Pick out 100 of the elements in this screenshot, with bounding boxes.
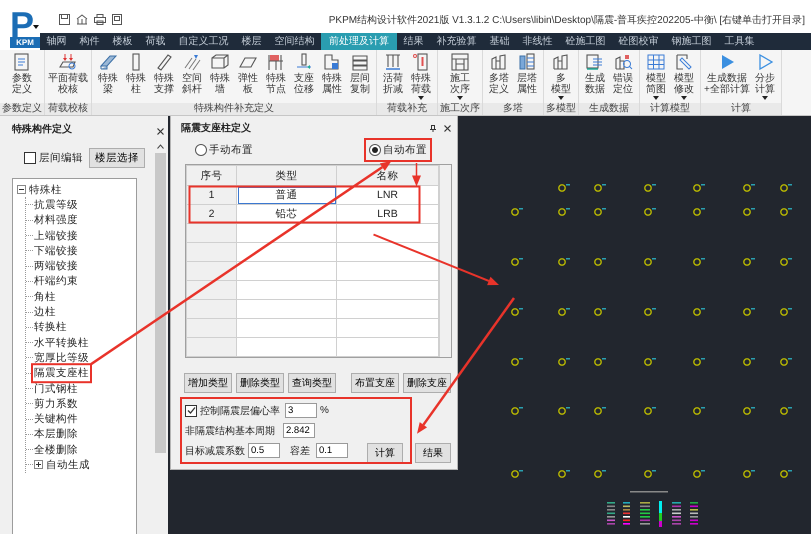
highlight-frame — [31, 363, 92, 384]
structure-icon[interactable] — [76, 14, 88, 25]
ribbon-button[interactable]: 特殊 柱 — [122, 52, 150, 95]
tree-item[interactable]: 关键构件 — [34, 412, 78, 426]
ribbon-button[interactable]: 平面荷载 校核 — [47, 52, 89, 95]
tree-item[interactable]: 隔震支座柱 — [34, 366, 89, 380]
group-label: 荷载补充 — [377, 103, 437, 115]
ribbon-button[interactable]: 活荷 折减 — [379, 52, 407, 95]
expand-icon[interactable] — [34, 460, 43, 470]
tree-item[interactable]: 宽厚比等级 — [34, 350, 89, 365]
bearing-button[interactable]: 布置支座 — [351, 373, 399, 393]
type-button[interactable]: 增加类型 — [184, 373, 232, 393]
radio-label: 自动布置 — [383, 143, 427, 157]
pin-icon[interactable] — [430, 124, 436, 132]
menu-tab[interactable]: 非线性 — [516, 33, 559, 50]
radio-button[interactable] — [369, 144, 381, 156]
ribbon-button[interactable]: 特殊 梁 — [94, 52, 122, 95]
dialog-title: 隔震支座柱定义 — [181, 121, 251, 135]
menu-tab[interactable]: 钢施工图 — [665, 33, 718, 50]
menu-tab[interactable]: 楼层 — [235, 33, 268, 50]
input-field[interactable]: 2.842 — [283, 423, 315, 438]
ribbon-button[interactable]: 生成数据 +全部计算 — [703, 52, 751, 95]
tree-item[interactable]: 转换柱 — [34, 320, 67, 334]
tree-item[interactable]: 上端铰接 — [34, 228, 78, 243]
tree-item[interactable]: 剪力系数 — [34, 396, 78, 411]
diagonal-bars-icon — [182, 52, 202, 72]
ribbon-button[interactable]: 错误 定位 — [609, 52, 637, 95]
collapse-icon[interactable] — [17, 185, 26, 194]
tree-item[interactable]: 全楼删除 — [34, 442, 78, 457]
tree-item[interactable]: 抗震等级 — [34, 198, 78, 212]
input-field[interactable]: 0.5 — [248, 443, 280, 458]
table-cell: 铅芯 — [236, 204, 336, 224]
group-label: 多模型 — [544, 103, 578, 115]
ribbon-button[interactable]: 多塔 定义 — [485, 52, 513, 95]
field-label: 目标减震系数 — [185, 444, 246, 458]
menu-tab[interactable]: 构件 — [73, 33, 106, 50]
menu-tab[interactable]: 工具集 — [718, 33, 761, 50]
checkbox[interactable] — [185, 404, 197, 416]
print-icon[interactable] — [94, 14, 106, 25]
input-field[interactable]: 0.1 — [316, 443, 348, 458]
group-label: 多塔 — [483, 103, 543, 115]
ribbon-button[interactable]: 弹性 板 — [234, 52, 262, 95]
radio-button[interactable] — [195, 144, 207, 156]
ribbon-button[interactable]: 特殊 节点 — [262, 52, 290, 95]
group-label: 计算模型 — [640, 103, 700, 115]
type-button[interactable]: 查询类型 — [288, 373, 336, 393]
group-label: 参数定义 — [0, 103, 44, 115]
column-header: 序号 — [186, 166, 236, 186]
ribbon-button[interactable]: 特殊 墙 — [206, 52, 234, 95]
data-sheet-icon — [585, 52, 605, 72]
close-icon[interactable] — [156, 128, 164, 135]
checkbox-label: 层间编辑 — [39, 151, 83, 165]
ribbon-button[interactable]: 支座 位移 — [290, 52, 318, 95]
tree-item[interactable]: 特殊柱 — [29, 182, 62, 197]
scrollbar[interactable] — [154, 153, 166, 453]
tree-item[interactable]: 两端铰接 — [34, 259, 78, 274]
scrollbar[interactable] — [439, 165, 451, 357]
checkbox-label: 控制隔震层偏心率 — [200, 404, 281, 418]
tree-item[interactable]: 本层删除 — [34, 427, 78, 442]
bearing-button[interactable]: 删除支座 — [403, 373, 451, 393]
menu-tab[interactable]: 荷载 — [139, 33, 172, 50]
close-icon[interactable] — [444, 124, 451, 132]
tree-item[interactable]: 杆端约束 — [34, 274, 78, 288]
tree-item[interactable]: 材料强度 — [34, 213, 78, 228]
save-icon[interactable] — [59, 14, 70, 25]
field-label: 非隔震结构基本周期 — [185, 424, 276, 438]
input-field[interactable]: 3 — [285, 403, 317, 418]
menu-tab[interactable]: 砼施工图 — [559, 33, 612, 50]
support-icon — [294, 52, 314, 72]
ribbon-button[interactable]: 特殊 属性 — [318, 52, 346, 95]
checkbox[interactable] — [24, 152, 36, 164]
menu-tab[interactable]: 补充验算 — [430, 33, 483, 50]
scroll-up-icon[interactable] — [156, 144, 164, 149]
menu-tab[interactable]: 基础 — [483, 33, 516, 50]
ribbon-button[interactable]: 生成 数据 — [581, 52, 609, 95]
ribbon-button[interactable]: 空间 斜杆 — [178, 52, 206, 95]
menu-tab[interactable]: 结果 — [397, 33, 430, 50]
menu-tab[interactable]: 空间结构 — [268, 33, 321, 50]
tree-item[interactable]: 下端铰接 — [34, 244, 78, 258]
ribbon-button[interactable]: 层塔 属性 — [513, 52, 541, 95]
ribbon-button[interactable]: 参数 定义 — [8, 52, 36, 95]
tree-item[interactable]: 角柱 — [34, 290, 56, 304]
menu-tab[interactable]: 砼图校审 — [612, 33, 665, 50]
ribbon-button[interactable]: 层间 复制 — [346, 52, 374, 95]
floor-select-button[interactable]: 楼层选择 — [89, 148, 145, 168]
action-button[interactable]: 结果 — [415, 443, 451, 463]
ribbon-button[interactable]: 特殊 支撑 — [150, 52, 178, 95]
tree-item[interactable]: 自动生成 — [46, 458, 90, 472]
column-header: 类型 — [236, 166, 336, 186]
tree-item[interactable]: 门式钢柱 — [34, 382, 78, 396]
menu-tab[interactable]: 自定义工况 — [172, 33, 235, 50]
menu-tab[interactable]: 轴网 — [40, 33, 73, 50]
type-button[interactable]: 删除类型 — [236, 373, 284, 393]
column-header: 名称 — [336, 166, 438, 186]
panel-title: 特殊构件定义 — [12, 122, 73, 136]
app-logo-button[interactable]: PKPM — [10, 10, 40, 48]
tree-item[interactable]: 边柱 — [34, 305, 56, 320]
action-button[interactable]: 计算 — [367, 443, 403, 463]
tree-item[interactable]: 水平转换柱 — [34, 336, 89, 350]
menu-tab[interactable]: 楼板 — [106, 33, 139, 50]
